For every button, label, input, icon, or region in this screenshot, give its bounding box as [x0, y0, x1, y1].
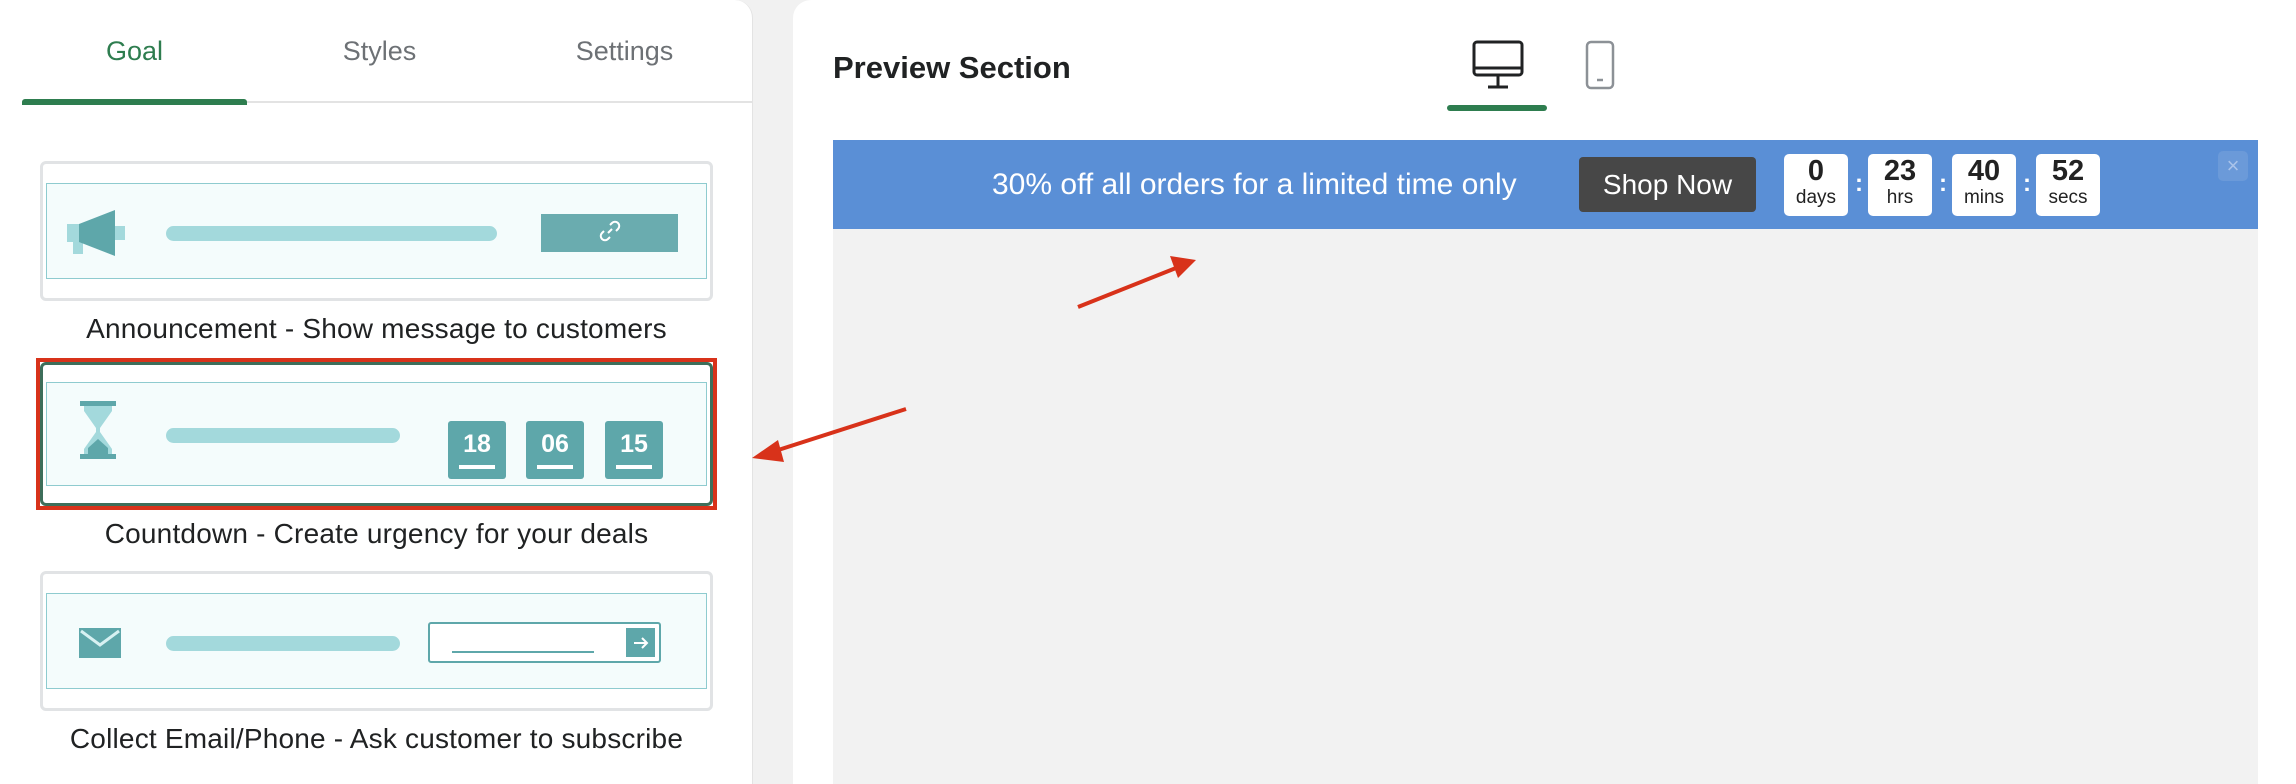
submit-arrow-icon — [626, 628, 655, 657]
countdown-seconds-value: 52 — [2051, 155, 2085, 187]
countdown-seconds: 52 secs — [2036, 154, 2100, 216]
message-placeholder-bar — [166, 428, 400, 443]
close-icon[interactable]: × — [2218, 151, 2248, 181]
message-placeholder-bar — [166, 636, 400, 651]
hourglass-icon — [80, 401, 116, 464]
goal-caption-collect-email: Collect Email/Phone - Ask customer to su… — [69, 723, 684, 754]
mobile-icon — [1585, 40, 1615, 95]
tab-goal[interactable]: Goal — [22, 0, 247, 105]
tab-settings[interactable]: Settings — [512, 0, 737, 103]
countdown-hours-unit: hrs — [1886, 187, 1914, 208]
tab-styles[interactable]: Styles — [267, 0, 492, 103]
countdown-bar-preview: 30% off all orders for a limited time on… — [833, 140, 2258, 229]
shop-now-button[interactable]: Shop Now — [1579, 157, 1756, 212]
countdown-days-value: 0 — [1807, 155, 1825, 187]
email-input-placeholder — [428, 622, 661, 663]
mobile-view-button[interactable] — [1573, 30, 1623, 110]
preview-title: Preview Section — [833, 50, 1071, 85]
countdown-minutes-value: 40 — [1967, 155, 2001, 187]
desktop-view-button[interactable] — [1447, 30, 1547, 110]
countdown-digit-box: 18 — [448, 421, 506, 479]
preview-canvas: 30% off all orders for a limited time on… — [833, 140, 2258, 784]
countdown-seconds-unit: secs — [2048, 187, 2088, 208]
message-placeholder-bar — [166, 226, 497, 241]
goal-card-collect-email[interactable] — [40, 571, 713, 711]
countdown-separator: : — [1939, 170, 1947, 197]
desktop-icon — [1472, 40, 1524, 95]
countdown-digit-box: 06 — [526, 421, 584, 479]
countdown-separator: : — [2023, 170, 2031, 197]
countdown-minutes-unit: mins — [1963, 187, 2005, 208]
countdown-hours: 23 hrs — [1868, 154, 1932, 216]
countdown-digit-box: 15 — [605, 421, 663, 479]
countdown-days: 0 days — [1784, 154, 1848, 216]
countdown-days-unit: days — [1795, 187, 1837, 208]
preview-panel: Preview Section 30% off all orders for a… — [793, 0, 2296, 784]
tab-bar: Goal Styles Settings — [22, 0, 753, 105]
app-root: Goal Styles Settings Announcement - Show… — [0, 0, 2296, 784]
link-button-placeholder — [541, 214, 678, 252]
goal-card-countdown[interactable]: 18 06 15 — [40, 362, 713, 506]
link-icon — [599, 220, 621, 247]
collect-email-preview — [46, 593, 707, 689]
goal-panel: Goal Styles Settings Announcement - Show… — [0, 0, 753, 784]
announcement-preview — [46, 183, 707, 279]
countdown-minutes: 40 mins — [1952, 154, 2016, 216]
goal-card-announcement[interactable] — [40, 161, 713, 301]
countdown-preview: 18 06 15 — [46, 382, 707, 486]
banner-message: 30% off all orders for a limited time on… — [992, 167, 1517, 201]
goal-caption-announcement: Announcement - Show message to customers — [86, 313, 667, 344]
device-active-indicator — [1447, 105, 1547, 111]
countdown-separator: : — [1855, 170, 1863, 197]
goal-caption-countdown: Countdown - Create urgency for your deal… — [104, 518, 649, 549]
megaphone-icon — [67, 208, 127, 265]
envelope-icon — [79, 628, 121, 663]
countdown-hours-value: 23 — [1883, 155, 1917, 187]
